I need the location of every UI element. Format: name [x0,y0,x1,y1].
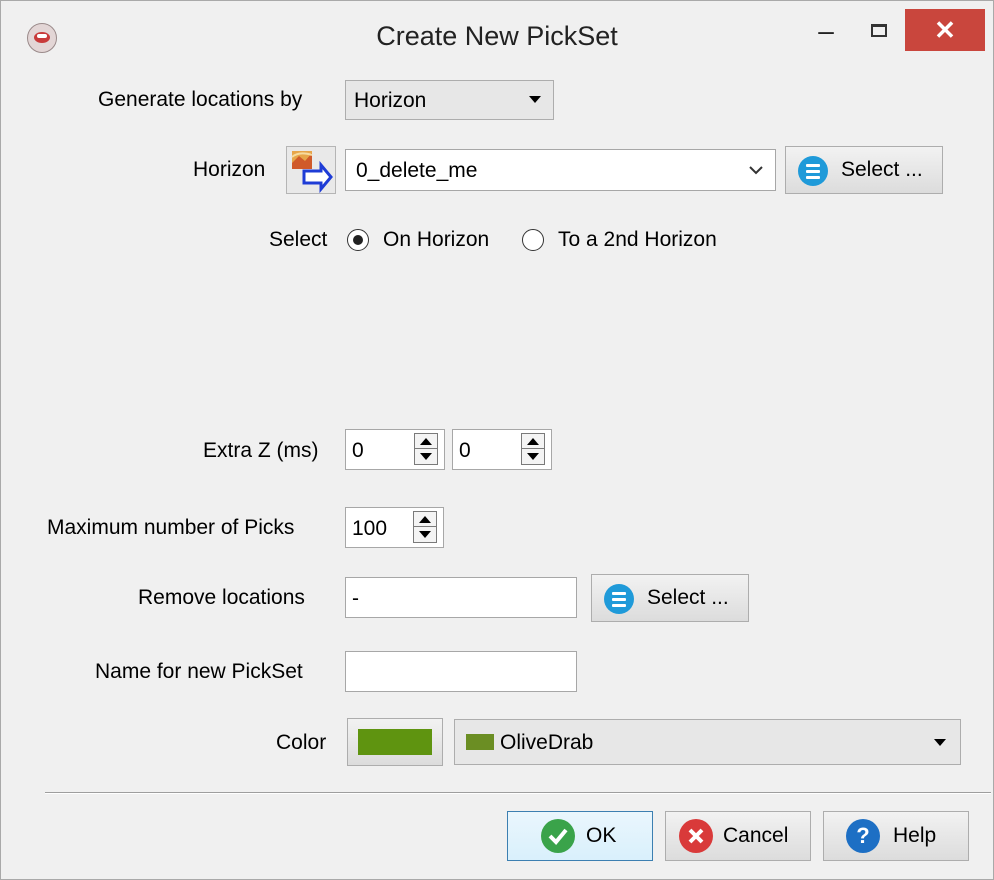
cancel-label: Cancel [723,824,789,847]
radio-on-horizon-label[interactable]: On Horizon [383,228,489,252]
ok-button[interactable]: OK [507,811,653,861]
max-picks-label: Maximum number of Picks [47,516,295,539]
help-button[interactable]: ? Help [823,811,969,861]
extra-z-start-stepper[interactable]: 0 [345,429,445,470]
dialog-window: Create New PickSet – ✕ Generate location… [0,0,994,880]
extra-z-stop-value: 0 [459,439,471,462]
maximize-button[interactable] [857,19,903,49]
color-chip [466,734,494,750]
help-label: Help [893,824,937,847]
generate-dropdown-value: Horizon [354,89,427,112]
max-picks-stepper[interactable]: 100 [345,507,444,548]
pickset-name-label: Name for new PickSet [95,660,303,683]
cancel-icon [679,819,713,853]
color-swatch-button[interactable] [347,718,443,766]
footer-separator [45,792,991,794]
generate-dropdown[interactable]: Horizon [345,80,554,120]
radio-2nd-horizon[interactable] [522,229,544,251]
checkmark-icon [541,819,575,853]
title-bar[interactable]: Create New PickSet – ✕ [1,1,993,77]
max-picks-value: 100 [352,517,388,540]
remove-locations-select-label: Select ... [647,586,729,609]
spin-arrows-icon[interactable] [413,511,437,543]
spin-arrows-icon[interactable] [414,433,438,465]
color-swatch [358,729,432,755]
close-button[interactable]: ✕ [905,9,985,51]
horizon-select-label: Select ... [841,158,923,181]
horizon-combobox[interactable]: 0_delete_me [345,149,776,191]
extra-z-start-value: 0 [352,439,364,462]
chevron-down-icon [934,739,946,746]
color-label: Color [276,731,327,754]
extra-z-label: Extra Z (ms) [203,439,319,462]
generate-label: Generate locations by [98,88,303,111]
remove-locations-field[interactable]: - [345,577,577,618]
maximize-icon [871,24,887,37]
list-icon [604,584,634,614]
remove-locations-select-button[interactable]: Select ... [591,574,749,622]
color-dropdown[interactable]: OliveDrab [454,719,961,765]
spin-arrows-icon[interactable] [521,433,545,465]
help-icon: ? [846,819,880,853]
remove-locations-value: - [352,587,359,610]
select-mode-label: Select [269,228,328,251]
minimize-button[interactable]: – [809,17,843,49]
horizon-arrow-icon [291,151,333,194]
cancel-button[interactable]: Cancel [665,811,811,861]
color-name: OliveDrab [500,731,594,754]
radio-2nd-horizon-label[interactable]: To a 2nd Horizon [558,228,717,252]
horizon-select-button[interactable]: Select ... [785,146,943,194]
horizon-label: Horizon [193,158,266,181]
radio-on-horizon[interactable] [347,229,369,251]
pickset-name-field[interactable] [345,651,577,692]
list-icon [798,156,828,186]
ok-label: OK [586,824,617,847]
extra-z-stop-stepper[interactable]: 0 [452,429,552,470]
window-title: Create New PickSet [376,21,618,51]
chevron-down-icon [749,166,763,175]
horizon-input-icon[interactable] [286,146,336,194]
horizon-value: 0_delete_me [356,159,478,182]
chevron-down-icon [529,96,541,103]
remove-locations-label: Remove locations [138,586,305,609]
